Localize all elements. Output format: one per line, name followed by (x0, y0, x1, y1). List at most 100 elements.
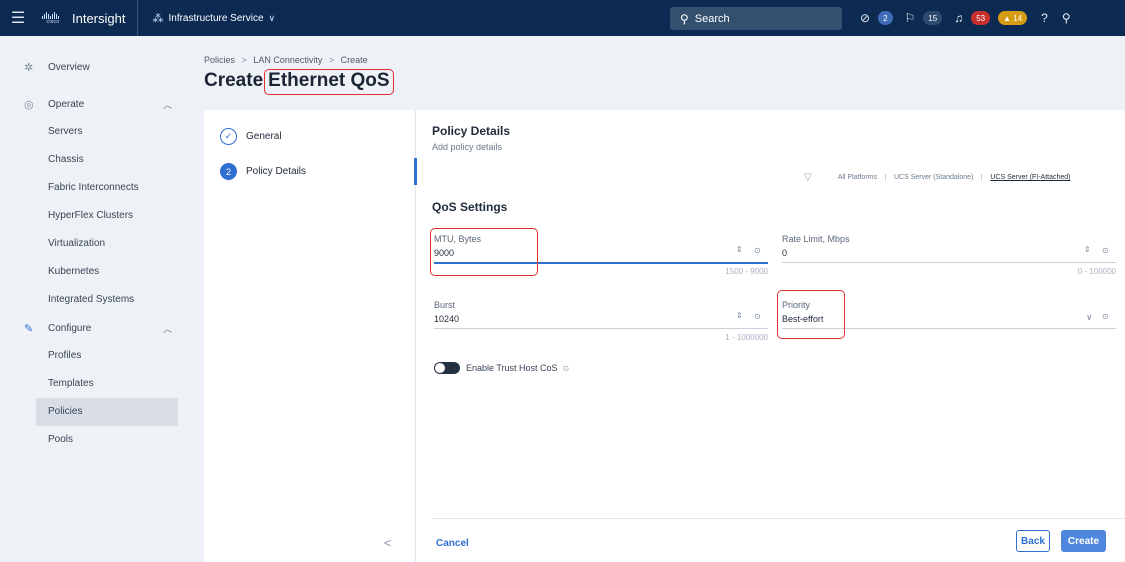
wizard-footer: Cancel Back Create (432, 518, 1125, 562)
mtu-range-hint: 1500 - 9000 (725, 267, 768, 276)
rate-limit-range-hint: 0 - 100000 (1077, 267, 1116, 276)
sidebar-item-fabric-interconnects[interactable]: Fabric Interconnects (36, 174, 178, 202)
page-title-highlight: Ethernet QoS (264, 69, 394, 95)
sidebar-item-pools[interactable]: Pools (36, 426, 178, 454)
announcements-badge[interactable]: 15 (923, 11, 943, 25)
overview-icon: ✲ (24, 61, 34, 74)
section-subtitle: Add policy details (432, 142, 503, 152)
sidebar: ✲ Overview ◎ Operate ︿ Servers Chassis F… (0, 36, 192, 562)
check-icon: ✓ (220, 128, 237, 145)
cisco-logo: cisco (42, 12, 64, 25)
rate-limit-input[interactable]: 0 (782, 248, 787, 258)
search-input[interactable]: ⚲ Search (670, 7, 842, 30)
sidebar-item-virtualization[interactable]: Virtualization (36, 230, 178, 258)
warning-alerts-badge[interactable]: ▲ 14 (998, 11, 1028, 25)
burst-range-hint: 1 - 1000000 (725, 333, 768, 342)
step-label: General (246, 131, 282, 142)
section-title: Policy Details (432, 124, 511, 138)
service-label: Infrastructure Service (168, 12, 264, 24)
breadcrumb: Policies > LAN Connectivity > Create (204, 55, 368, 65)
sidebar-item-kubernetes[interactable]: Kubernetes (36, 258, 178, 286)
search-label: Search (694, 12, 730, 25)
sidebar-item-integrated-systems[interactable]: Integrated Systems (36, 286, 178, 314)
breadcrumb-policies[interactable]: Policies (204, 55, 235, 65)
chevron-down-icon: ∨ (268, 12, 276, 23)
chevron-up-icon[interactable]: ︿ (163, 322, 172, 335)
info-icon[interactable]: ⊙ (754, 312, 761, 321)
step-label: Policy Details (246, 166, 307, 177)
page-title: Create Ethernet QoS (204, 69, 394, 95)
filter-icon: ▽ (804, 172, 812, 183)
sidebar-group-label: Configure (48, 322, 92, 334)
sidebar-item-label: Overview (48, 61, 90, 73)
top-right-actions: ⊘ 2 ⚐ 15 ♫ 53 ▲ 14 ? ⚲ (860, 0, 1071, 36)
breadcrumb-create: Create (340, 55, 368, 65)
sidebar-group-label: Operate (48, 98, 85, 110)
sidebar-group-operate[interactable]: ◎ Operate ︿ (0, 90, 192, 118)
stepper-icon[interactable]: ⇕ (1084, 245, 1091, 254)
search-icon[interactable]: ⚲ (1062, 11, 1071, 25)
wrench-icon: ✎ (24, 322, 34, 335)
requests-badge[interactable]: 2 (878, 11, 893, 25)
sidebar-item-servers[interactable]: Servers (36, 118, 178, 146)
help-icon[interactable]: ? (1041, 11, 1048, 25)
cancel-button[interactable]: Cancel (436, 538, 469, 549)
infrastructure-service-icon: ⁂ (152, 12, 164, 25)
burst-underline (434, 328, 768, 329)
policy-details-panel: Policy Details Add policy details ▽ All … (430, 110, 1125, 562)
trust-host-cos-toggle[interactable] (434, 362, 460, 374)
breadcrumb-separator: > (241, 55, 247, 65)
platform-ucs-fi-attached[interactable]: UCS Server (FI-Attached) (981, 174, 1078, 181)
operate-icon: ◎ (24, 98, 34, 111)
priority-highlight-box (777, 290, 845, 339)
wizard-steps: ✓ General 2 Policy Details < (204, 110, 416, 562)
service-selector[interactable]: ⁂ Infrastructure Service ∨ (138, 12, 275, 25)
info-icon[interactable]: ⊙ (563, 364, 570, 373)
chevron-down-icon[interactable]: ∨ (1086, 312, 1093, 323)
stepper-icon[interactable]: ⇕ (736, 311, 743, 320)
create-button[interactable]: Create (1061, 530, 1106, 552)
sidebar-item-templates[interactable]: Templates (36, 370, 178, 398)
stepper-icon[interactable]: ⇕ (736, 245, 743, 254)
step-policy-details[interactable]: 2 Policy Details (220, 163, 306, 180)
mtu-highlight-box (430, 228, 538, 276)
requests-count: 2 (883, 13, 888, 23)
wizard-card: ✓ General 2 Policy Details < Policy Deta… (204, 110, 1125, 562)
brand[interactable]: cisco Intersight (36, 0, 139, 36)
platform-all[interactable]: All Platforms (830, 174, 885, 181)
sidebar-item-policies[interactable]: Policies (36, 398, 178, 426)
search-icon: ⚲ (680, 11, 689, 26)
breadcrumb-separator: > (328, 55, 335, 65)
sidebar-item-hyperflex-clusters[interactable]: HyperFlex Clusters (36, 202, 178, 230)
rate-limit-label: Rate Limit, Mbps (782, 234, 850, 244)
megaphone-icon[interactable]: ⚐ (905, 11, 916, 25)
trust-host-cos-row: Enable Trust Host CoS ⊙ (434, 362, 569, 374)
platform-ucs-standalone[interactable]: UCS Server (Standalone) (885, 174, 981, 181)
step-general[interactable]: ✓ General (220, 128, 282, 145)
critical-alerts-count: 53 (976, 13, 986, 23)
burst-input[interactable]: 10240 (434, 314, 459, 324)
toggle-knob (435, 363, 445, 373)
info-icon[interactable]: ⊙ (754, 246, 761, 255)
qos-settings-title: QoS Settings (432, 200, 508, 214)
breadcrumb-lan-connectivity[interactable]: LAN Connectivity (253, 55, 322, 65)
hamburger-menu-icon[interactable]: ☰ (0, 8, 36, 28)
rate-limit-underline (782, 262, 1116, 263)
info-icon[interactable]: ⊙ (1102, 246, 1109, 255)
collapse-steps-icon[interactable]: < (384, 536, 391, 550)
sidebar-item-chassis[interactable]: Chassis (36, 146, 178, 174)
sidebar-item-profiles[interactable]: Profiles (36, 342, 178, 370)
app-name: Intersight (72, 10, 126, 26)
requests-icon[interactable]: ⊘ (860, 11, 870, 25)
back-button[interactable]: Back (1016, 530, 1050, 552)
critical-alerts-badge[interactable]: 53 (971, 11, 991, 25)
burst-field: Burst 10240 ⇕ ⊙ 1 - 1000000 (434, 300, 768, 348)
info-icon[interactable]: ⊙ (1102, 312, 1109, 321)
bell-icon[interactable]: ♫ (954, 11, 963, 25)
sidebar-group-configure[interactable]: ✎ Configure ︿ (0, 314, 192, 342)
announcements-count: 15 (928, 13, 938, 23)
sidebar-item-overview[interactable]: ✲ Overview (0, 53, 192, 81)
chevron-up-icon[interactable]: ︿ (163, 98, 172, 111)
top-bar: ☰ cisco Intersight ⁂ Infrastructure Serv… (0, 0, 1125, 36)
page-title-prefix: Create (204, 70, 264, 91)
